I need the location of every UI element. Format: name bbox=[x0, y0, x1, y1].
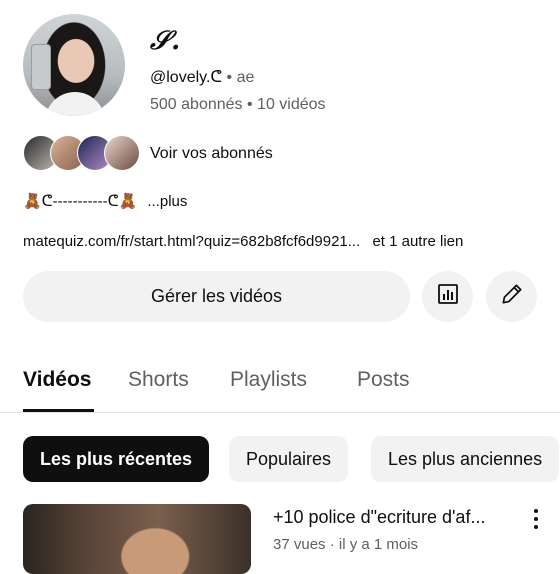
channel-links[interactable]: matequiz.com/fr/start.html?quiz=682b8fcf… bbox=[23, 233, 463, 250]
bar-chart-icon bbox=[436, 282, 460, 311]
video-thumbnail[interactable] bbox=[23, 504, 251, 574]
bio-text: 🧸ᕦ-----------ᕦ🧸 bbox=[23, 193, 138, 210]
chip-popular[interactable]: Populaires bbox=[229, 436, 349, 482]
channel-bio[interactable]: 🧸ᕦ-----------ᕦ🧸 ...plus bbox=[23, 192, 187, 210]
video-title[interactable]: +10 police d"ecriture d'af... bbox=[273, 507, 513, 528]
tab-shorts[interactable]: Shorts bbox=[128, 368, 189, 392]
chip-oldest[interactable]: Les plus anciennes bbox=[371, 436, 560, 482]
chip-latest[interactable]: Les plus récentes bbox=[23, 436, 210, 482]
tab-videos[interactable]: Vidéos bbox=[23, 368, 91, 392]
manage-videos-button[interactable]: Gérer les vidéos bbox=[23, 271, 410, 322]
subscriber-avatar bbox=[104, 135, 140, 171]
tab-playlists[interactable]: Playlists bbox=[230, 368, 307, 392]
channel-link[interactable]: matequiz.com/fr/start.html?quiz=682b8fcf… bbox=[23, 233, 360, 250]
pencil-icon bbox=[499, 281, 525, 312]
channel-stats: 500 abonnés • 10 vidéos bbox=[150, 96, 326, 114]
shirt-shape bbox=[45, 92, 105, 116]
video-count: 10 vidéos bbox=[257, 96, 326, 113]
country-code: ae bbox=[236, 69, 255, 86]
video-meta: 37 vues · il y a 1 mois bbox=[273, 536, 419, 553]
active-tab-indicator bbox=[23, 409, 94, 412]
edit-channel-button[interactable] bbox=[486, 271, 537, 322]
more-options-icon[interactable] bbox=[528, 506, 544, 532]
bio-more-link[interactable]: ...plus bbox=[147, 193, 187, 210]
subscriber-avatars[interactable] bbox=[23, 135, 140, 171]
separator-dot: • bbox=[246, 96, 253, 113]
stats-button[interactable] bbox=[422, 271, 473, 322]
channel-name: 𝒮. bbox=[150, 26, 182, 56]
channel-handle: @lovely.ᕦ bbox=[150, 69, 223, 86]
other-links[interactable]: et 1 autre lien bbox=[372, 233, 463, 250]
tab-posts[interactable]: Posts bbox=[357, 368, 410, 392]
handle-row: @lovely.ᕦ • ae bbox=[150, 67, 254, 87]
subscriber-count: 500 abonnés bbox=[150, 96, 243, 113]
channel-tabs: Vidéos Shorts Playlists Posts bbox=[0, 360, 560, 413]
phone-shape bbox=[31, 44, 51, 90]
channel-avatar[interactable] bbox=[23, 14, 125, 116]
see-subscribers-link[interactable]: Voir vos abonnés bbox=[150, 145, 273, 163]
separator-dot: • bbox=[226, 69, 233, 86]
